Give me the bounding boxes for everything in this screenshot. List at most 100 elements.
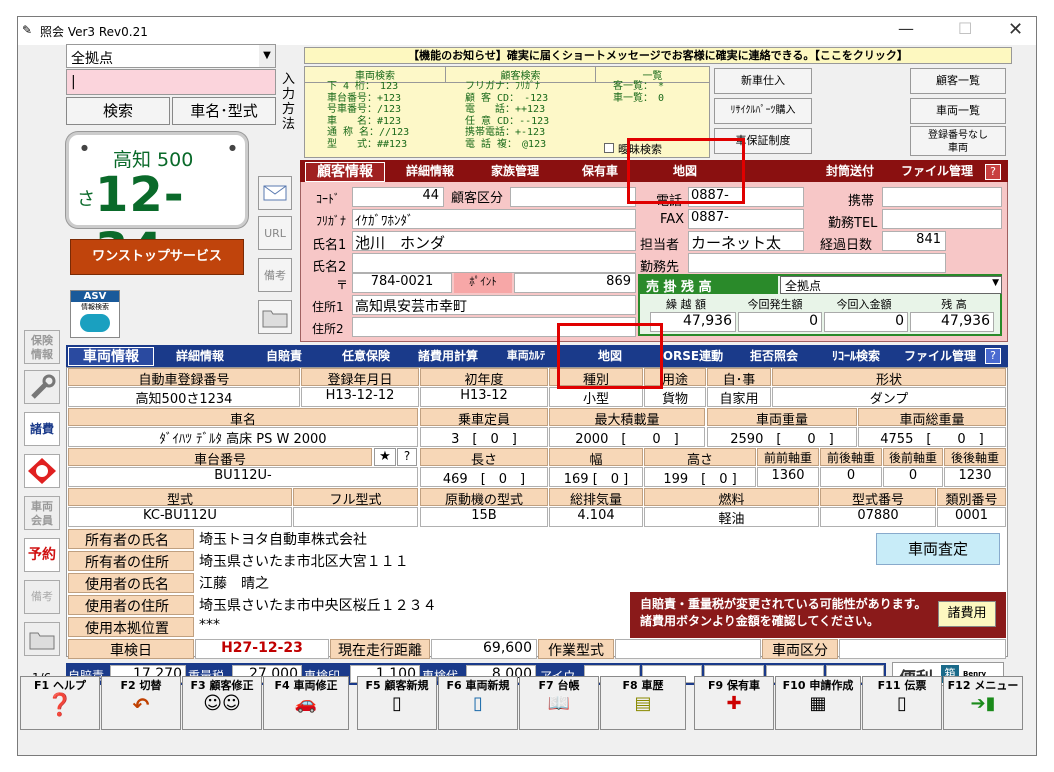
tab-customer-files[interactable]: ファイル管理 (892, 162, 982, 180)
name1-field[interactable]: 池川 ホンダ (352, 231, 636, 251)
gross-weight-value[interactable]: 4755 [ 0 ] (858, 427, 1006, 447)
f3-customer-edit-button[interactable]: F3 顧客修正 ☺☺ (182, 676, 262, 730)
insurance-info-button[interactable]: 保険 情報 (24, 330, 60, 364)
class-number-value[interactable]: 0001 (937, 507, 1006, 527)
f4-vehicle-edit-button[interactable]: F4 車両修正 🚗 (263, 676, 349, 730)
shape-value[interactable]: ダンプ (772, 387, 1006, 407)
mail-icon[interactable] (258, 176, 292, 210)
cost-side-button[interactable]: 諸費 (24, 412, 60, 446)
user-name-field[interactable]: 江藤 晴之 (195, 573, 625, 593)
help-icon[interactable]: ? (397, 448, 417, 466)
car-name-button[interactable]: 車名･型式 (172, 97, 276, 125)
f12-menu-button[interactable]: F12 メニュー ➔▮ (943, 676, 1023, 730)
tab-customer-info[interactable]: 顧客情報 (305, 162, 385, 182)
code-field[interactable]: 44 (352, 187, 444, 207)
tab-refusal[interactable]: 拒否照会 (736, 347, 812, 365)
tab-orse[interactable]: ORSE連動 (654, 347, 732, 365)
base-location-field[interactable]: *** (195, 617, 625, 637)
kana-field[interactable]: ｲｹｶﾞﾜﾎﾝﾀﾞ (352, 209, 636, 229)
elapsed-days-field[interactable]: 841 (882, 231, 946, 251)
tab-cost-calc[interactable]: 諸費用計算 (408, 347, 488, 365)
fr-axle-value[interactable]: 0 (820, 467, 882, 487)
minimize-button[interactable]: — (898, 19, 914, 38)
note-button[interactable]: 備考 (258, 258, 292, 292)
tab-vehicle-chart[interactable]: 車両ｶﾙﾃ (490, 347, 562, 365)
star-icon[interactable]: ★ (374, 448, 396, 466)
customer-list-button[interactable]: 顧客一覧 (910, 68, 1006, 94)
location-select[interactable]: 全拠点 ▼ (66, 44, 276, 68)
capacity-value[interactable]: 3 [ 0 ] (420, 427, 548, 447)
vehicle-list-button[interactable]: 車両一覧 (910, 98, 1006, 124)
staff-field[interactable]: カーネット太 (688, 231, 804, 251)
url-button[interactable]: URL (258, 216, 292, 250)
notice-banner[interactable]: 【機能のお知らせ】確実に届くショートメッセージでお客様に確実に連絡できる。【ここ… (304, 47, 1012, 64)
workplace-field[interactable] (688, 253, 946, 273)
tab-cali[interactable]: 自賠責 (244, 347, 324, 365)
jaf-icon[interactable] (24, 454, 60, 488)
work-tel-field[interactable] (882, 209, 1002, 229)
name2-field[interactable] (352, 253, 636, 273)
reg-date-value[interactable]: H13-12-12 (301, 387, 419, 407)
tab-envelope[interactable]: 封筒送付 (812, 162, 888, 180)
f6-vehicle-new-button[interactable]: F6 車両新規 ▯ (438, 676, 518, 730)
tab-vehicle-detail[interactable]: 詳細情報 (160, 347, 240, 365)
first-year-value[interactable]: H13-12 (420, 387, 548, 407)
engine-model-value[interactable]: 15B (420, 507, 548, 527)
vehicle-class-value[interactable] (839, 639, 1006, 659)
displacement-value[interactable]: 4.104 (549, 507, 643, 527)
owner-name-field[interactable]: 埼玉トヨタ自動車株式会社 (195, 529, 865, 549)
no-plate-vehicle-button[interactable]: 登録番号なし 車両 (910, 126, 1006, 156)
f10-application-button[interactable]: F10 申請作成 ▦ (775, 676, 861, 730)
maximize-button[interactable]: ☐ (958, 19, 972, 38)
length-value[interactable]: 469 [ 0 ] (420, 467, 548, 487)
ff-axle-value[interactable]: 1360 (757, 467, 819, 487)
asv-button[interactable]: ASV 情報検索 (70, 290, 120, 338)
f5-customer-new-button[interactable]: F5 顧客新規 ▯ (357, 676, 437, 730)
receivable-location-select[interactable]: 全拠点 ▼ (780, 276, 1002, 294)
chevron-down-icon[interactable]: ▼ (259, 45, 275, 67)
inspection-date-value[interactable]: H27-12-23 (195, 639, 329, 659)
usage-value[interactable]: 貨物 (644, 387, 706, 407)
reservation-button[interactable]: 予約 (24, 538, 60, 572)
car-name-value[interactable]: ﾀﾞｲﾊﾂ ﾃﾞﾙﾀ 高床 PS W 2000 (68, 427, 418, 447)
owner-address-field[interactable]: 埼玉県さいたま市北区大宮１１１ (195, 551, 865, 571)
f11-slip-button[interactable]: F11 伝票 ▯ (862, 676, 942, 730)
mobile-field[interactable] (882, 187, 1002, 207)
customer-class-field[interactable] (510, 187, 636, 207)
folder-icon[interactable] (24, 622, 60, 656)
private-business-value[interactable]: 自家用 (707, 387, 771, 407)
search-input[interactable]: | (66, 69, 276, 95)
appraisal-button[interactable]: 車両査定 (876, 533, 1000, 565)
model-number-value[interactable]: 07880 (820, 507, 936, 527)
close-button[interactable]: ✕ (1008, 19, 1023, 40)
rr-axle-value[interactable]: 1230 (944, 467, 1006, 487)
width-value[interactable]: 169 [ 0 ] (549, 467, 643, 487)
f9-owned-car-button[interactable]: F9 保有車 ✚ (694, 676, 774, 730)
new-car-purchase-button[interactable]: 新車仕入 (714, 68, 812, 94)
fax-field[interactable]: 0887- (688, 209, 804, 229)
model-value[interactable]: KC-BU112U (68, 507, 292, 527)
full-model-value[interactable] (293, 507, 418, 527)
tab-vehicle-info[interactable]: 車両情報 (68, 347, 154, 366)
category-value[interactable]: 小型 (549, 387, 643, 407)
wrench-icon[interactable] (24, 370, 60, 404)
height-value[interactable]: 199 [ 0 ] (644, 467, 756, 487)
chassis-number-value[interactable]: BU112U- (68, 467, 418, 487)
work-type-value[interactable] (615, 639, 761, 659)
weight-value[interactable]: 2590 [ 0 ] (707, 427, 857, 447)
fuel-value[interactable]: 軽油 (644, 507, 819, 527)
mileage-value[interactable]: 69,600 (431, 639, 537, 659)
folder-icon[interactable] (258, 300, 292, 334)
onestop-service-button[interactable]: ワンストップサービス (70, 239, 244, 275)
max-load-value[interactable]: 2000 [ 0 ] (549, 427, 705, 447)
user-address-field[interactable]: 埼玉県さいたま市中央区桜丘１２３４ (195, 595, 625, 615)
recycle-parts-button[interactable]: ﾘｻｲｸﾙﾊﾟｰﾂ購入 (714, 98, 812, 124)
tab-customer-detail[interactable]: 詳細情報 (390, 162, 470, 180)
point-field[interactable]: 869 (514, 273, 636, 293)
f8-history-button[interactable]: F8 車歴 ▤ (600, 676, 686, 730)
help-icon[interactable]: ? (985, 348, 1001, 364)
address1-field[interactable]: 高知県安芸市幸町 (352, 295, 636, 315)
help-icon[interactable]: ? (985, 164, 1001, 180)
vehicle-member-button[interactable]: 車両 会員 (24, 496, 60, 530)
cost-button[interactable]: 諸費用 (938, 601, 996, 627)
